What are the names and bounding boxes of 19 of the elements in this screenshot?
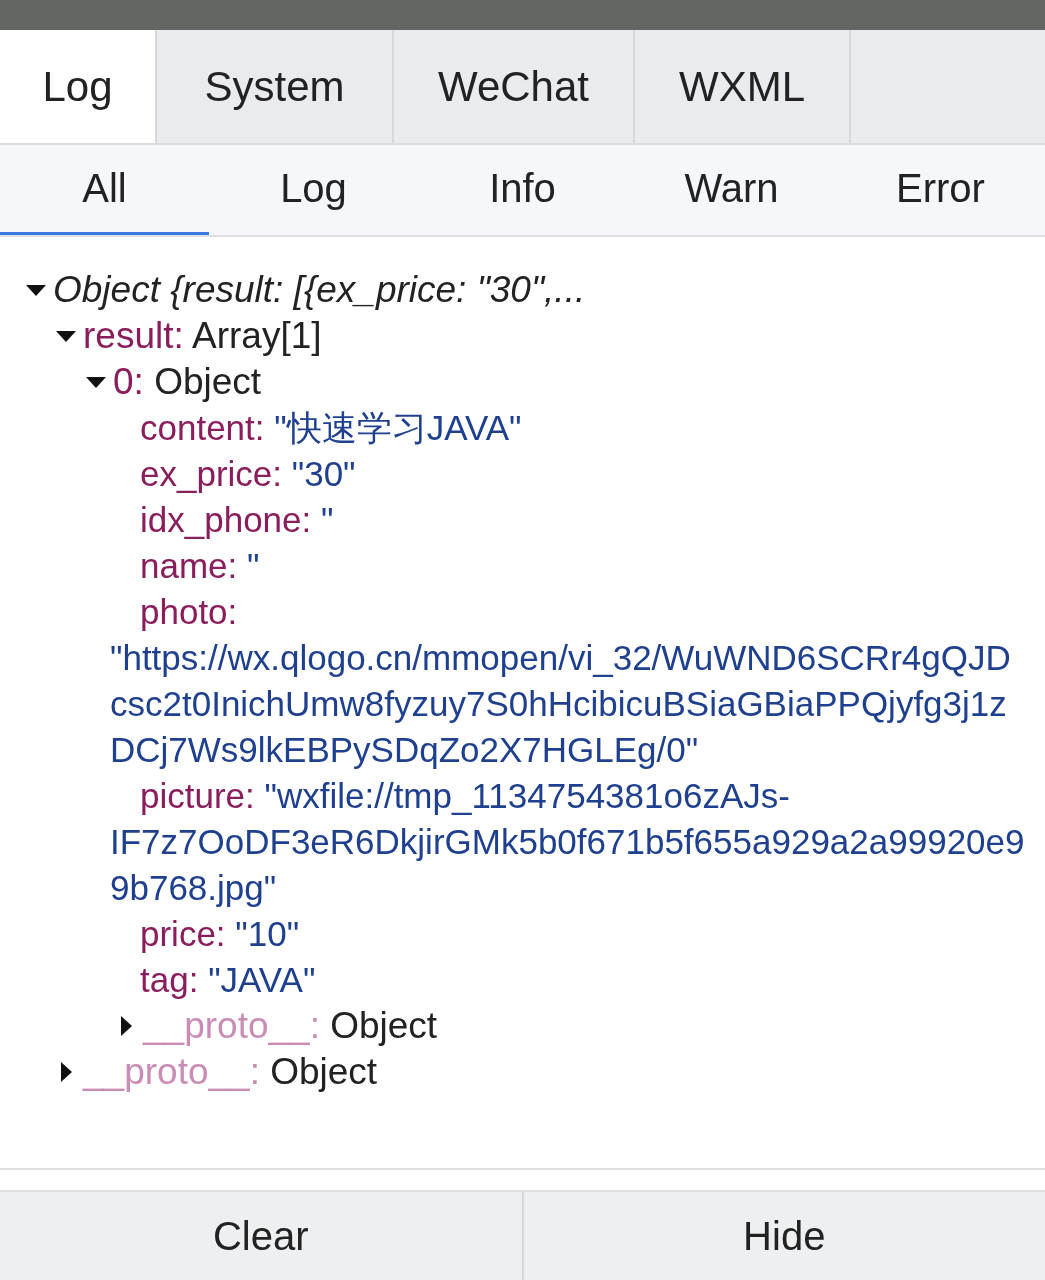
property-entry: picture: "wxfile://tmp_1134754381o6zAJs-IF7z7OoDF3eR6DkjirGMk5b0f671b5f655a929a2a99920e99b768.jpg": [109, 775, 1026, 909]
tab[interactable]: Log: [0, 30, 157, 143]
filter-tab[interactable]: Info: [418, 145, 627, 235]
property-entry: __proto__: Object: [143, 1005, 438, 1047]
property-entry: price: "10": [139, 913, 301, 955]
property-entry: tag: "JAVA": [139, 959, 317, 1001]
property-entry: result: Array[1]: [83, 315, 322, 357]
property-entry: name: ": [139, 545, 261, 587]
property-entry: idx_phone: ": [139, 499, 335, 541]
object-summary: Object {result: [{ex_price: "30",...: [53, 269, 586, 311]
property-entry: content: "快速学习JAVA": [139, 407, 523, 449]
property-entry: __proto__: Object: [83, 1051, 378, 1093]
property-entry: 0: Object: [113, 361, 262, 403]
property-entry: photo: "https://wx.qlogo.cn/mmopen/vi_32/WuWND6SCRr4gQJDcsc2t0InichUmw8fyzuy7S0hHcibicuBSiaGBiaPPQjyfg3j1zDCj7Ws9lkEBPySDqZo2X7HGLEg/0": [109, 591, 1012, 771]
filter-tab[interactable]: Error: [836, 145, 1045, 235]
filter-tab[interactable]: Log: [209, 145, 418, 235]
property-entry: ex_price: "30": [139, 453, 357, 495]
filter-tab[interactable]: Warn: [627, 145, 836, 235]
filter-tab[interactable]: All: [0, 145, 209, 235]
